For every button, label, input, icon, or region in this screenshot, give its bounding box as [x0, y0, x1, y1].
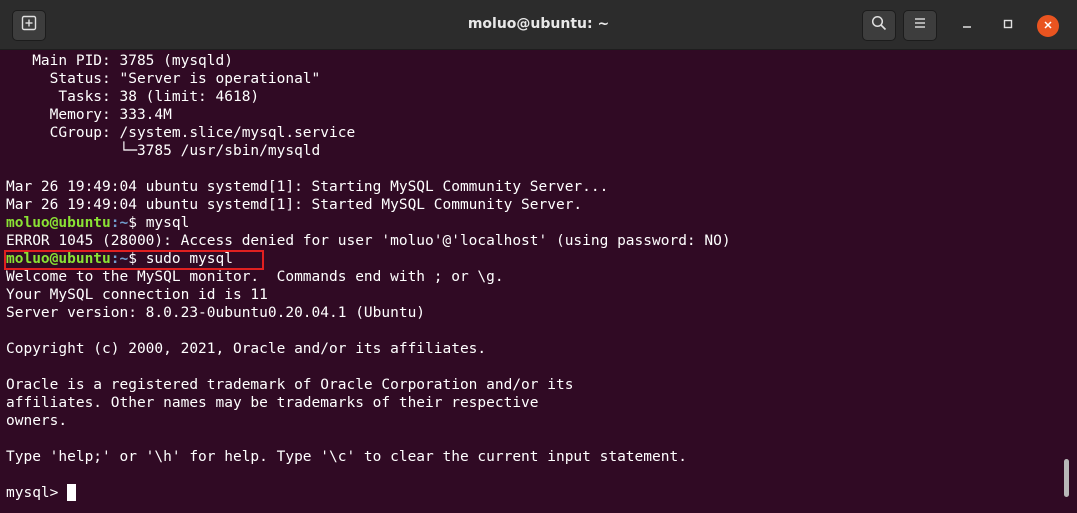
maximize-button[interactable] [997, 15, 1019, 37]
output-line: Main PID: 3785 (mysqld) [6, 53, 233, 69]
text-cursor [67, 484, 77, 501]
output-line: Welcome to the MySQL monitor. Commands e… [6, 269, 504, 285]
output-line: Memory: 333.4M [6, 107, 172, 123]
output-line: Your MySQL connection id is 11 [6, 287, 268, 303]
minimize-button[interactable] [956, 15, 978, 37]
output-line: owners. [6, 413, 68, 429]
prompt-symbol: $ [128, 215, 146, 231]
shell-prompt-line: moluo@ubuntu:~$ mysql [6, 214, 189, 232]
prompt-user: moluo@ubuntu [6, 215, 111, 231]
error-line: ERROR 1045 (28000): Access denied for us… [6, 233, 731, 249]
output-line: affiliates. Other names may be trademark… [6, 395, 539, 411]
new-tab-button[interactable] [12, 10, 46, 41]
output-line: CGroup: /system.slice/mysql.service [6, 125, 356, 141]
output-line: Type 'help;' or '\h' for help. Type '\c'… [6, 449, 687, 465]
output-line: Mar 26 19:49:04 ubuntu systemd[1]: Start… [6, 179, 609, 195]
maximize-icon [1002, 17, 1014, 35]
output-line: Copyright (c) 2000, 2021, Oracle and/or … [6, 341, 487, 357]
minimize-icon [961, 17, 973, 35]
close-button[interactable] [1037, 15, 1059, 37]
menu-button[interactable] [903, 10, 937, 41]
search-icon [871, 15, 887, 36]
search-button[interactable] [862, 10, 896, 41]
hamburger-menu-icon [913, 16, 927, 35]
prompt-command: mysql [145, 215, 190, 231]
terminal-window: moluo@ubuntu: ~ Main PID: 3785 (mysqld) … [0, 0, 1077, 513]
terminal-output[interactable]: Main PID: 3785 (mysqld) Status: "Server … [0, 50, 1060, 513]
title-bar: moluo@ubuntu: ~ [0, 0, 1077, 50]
output-line: Server version: 8.0.23-0ubuntu0.20.04.1 … [6, 305, 426, 321]
output-line: Mar 26 19:49:04 ubuntu systemd[1]: Start… [6, 197, 583, 213]
highlight-annotation-box [4, 250, 264, 270]
output-line: └─3785 /usr/sbin/mysqld [6, 143, 321, 159]
close-icon [1043, 17, 1053, 35]
vertical-scrollbar[interactable] [1062, 50, 1074, 513]
output-line: Status: "Server is operational" [6, 71, 321, 87]
mysql-prompt: mysql> [6, 485, 68, 501]
scrollbar-thumb[interactable] [1064, 459, 1069, 497]
output-line: Tasks: 38 (limit: 4618) [6, 89, 260, 105]
new-tab-icon [21, 15, 37, 36]
prompt-path: :~ [110, 215, 129, 231]
output-line: Oracle is a registered trademark of Orac… [6, 377, 574, 393]
mysql-prompt-line[interactable]: mysql> [6, 484, 77, 502]
